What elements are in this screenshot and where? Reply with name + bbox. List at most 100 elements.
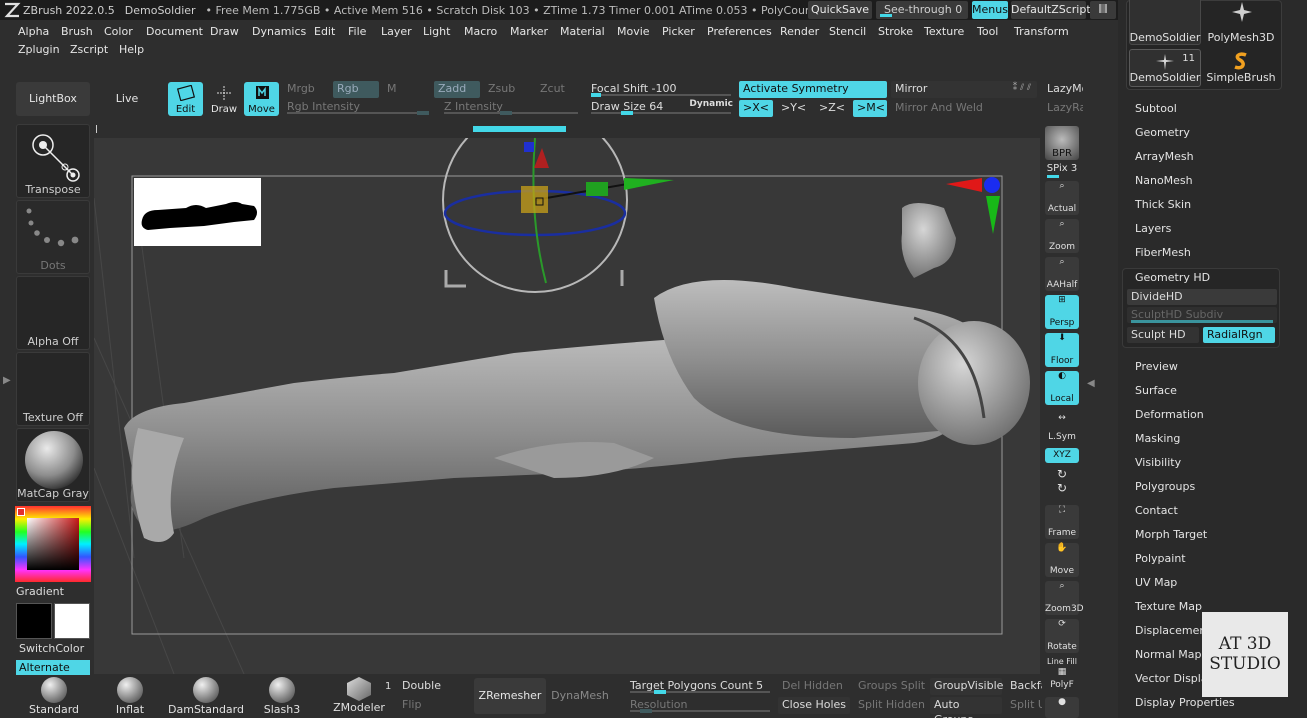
- canvas-scroll-indicator[interactable]: [473, 126, 566, 132]
- menu-document[interactable]: Document: [146, 24, 203, 40]
- zremesher-button[interactable]: ZRemesher: [474, 678, 546, 714]
- close-holes-button[interactable]: Close Holes: [778, 697, 850, 714]
- material-thumb[interactable]: MatCap Gray: [16, 428, 90, 502]
- zcut-button[interactable]: Zcut: [536, 81, 582, 98]
- persp-button[interactable]: ⊞ Persp: [1045, 295, 1079, 329]
- menu-preferences[interactable]: Preferences: [707, 24, 772, 40]
- panel-subtool[interactable]: Subtool: [1135, 101, 1177, 117]
- split-unmasked-button[interactable]: Split U: [1006, 697, 1042, 714]
- menu-layer[interactable]: Layer: [381, 24, 412, 40]
- right-tray-toggle-icon[interactable]: ◀: [1087, 378, 1095, 389]
- brush-slash3[interactable]: Slash3: [256, 677, 308, 716]
- panel-uv-map[interactable]: UV Map: [1135, 575, 1177, 591]
- polyf-button[interactable]: Line Fill ▦ PolyF: [1045, 657, 1079, 691]
- symmetry-y-button[interactable]: >Y<: [777, 100, 811, 117]
- switchcolor-button[interactable]: SwitchColor: [16, 641, 90, 657]
- bpr-button[interactable]: BPR: [1045, 126, 1079, 160]
- zadd-button[interactable]: Zadd: [434, 81, 480, 98]
- symmetry-z-button[interactable]: >Z<: [815, 100, 849, 117]
- menu-stencil[interactable]: Stencil: [829, 24, 866, 40]
- gradient-toggle[interactable]: Gradient: [16, 585, 64, 598]
- menu-zscript[interactable]: Zscript: [70, 42, 108, 58]
- dynamesh-button[interactable]: DynaMesh: [550, 678, 610, 714]
- split-hidden-button[interactable]: Split Hidden: [854, 697, 926, 714]
- secondary-color-swatch[interactable]: [54, 603, 90, 639]
- layout-compact-icon[interactable]: ⫼⫼: [1090, 1, 1116, 19]
- menu-zplugin[interactable]: Zplugin: [18, 42, 60, 58]
- tool-slot-simplebrush[interactable]: SimpleBrush: [1205, 49, 1277, 87]
- symmetry-x-button[interactable]: >X<: [739, 100, 773, 117]
- zoom-button[interactable]: ⌕ Zoom: [1045, 219, 1079, 253]
- auto-groups-button[interactable]: Auto Groups: [930, 697, 1002, 718]
- resolution-slider[interactable]: Resolution: [626, 697, 774, 714]
- menu-tool[interactable]: Tool: [977, 24, 998, 40]
- quicksave-button[interactable]: QuickSave: [808, 1, 872, 19]
- brush-damstandard[interactable]: DamStandard: [168, 677, 244, 716]
- panel-deformation[interactable]: Deformation: [1135, 407, 1204, 423]
- local-button[interactable]: ◐ Local: [1045, 371, 1079, 405]
- actual-button[interactable]: ⌕ Actual: [1045, 181, 1079, 215]
- texture-thumb[interactable]: Texture Off: [16, 352, 90, 426]
- menu-file[interactable]: File: [348, 24, 366, 40]
- frame-button[interactable]: ⛶ Frame: [1045, 505, 1079, 539]
- menu-edit[interactable]: Edit: [314, 24, 335, 40]
- see-through-slider[interactable]: See-through 0: [876, 1, 968, 19]
- flip-button[interactable]: Flip: [398, 697, 470, 714]
- mrgb-button[interactable]: Mrgb: [283, 81, 329, 98]
- menu-picker[interactable]: Picker: [662, 24, 695, 40]
- alternate-button[interactable]: Alternate: [16, 660, 90, 675]
- backface-button[interactable]: Backfa: [1006, 678, 1042, 695]
- menu-marker[interactable]: Marker: [510, 24, 548, 40]
- groups-split-button[interactable]: Groups Split: [854, 678, 926, 695]
- color-saturation-square[interactable]: [27, 518, 79, 570]
- menus-button[interactable]: Menus: [972, 1, 1008, 19]
- live-boolean-button[interactable]: Live Boolean: [92, 82, 162, 139]
- panel-morph-target[interactable]: Morph Target: [1135, 527, 1207, 543]
- sculpt-hd-button[interactable]: Sculpt HD: [1127, 327, 1199, 343]
- left-tray-toggle-icon[interactable]: ▶: [3, 375, 11, 386]
- brush-zmodeler[interactable]: ZModeler: [330, 677, 388, 714]
- dynamic-toggle[interactable]: Dynamic: [689, 97, 733, 112]
- menu-material[interactable]: Material: [560, 24, 605, 40]
- double-button[interactable]: Double: [398, 678, 470, 695]
- brush-inflat[interactable]: Inflat: [104, 677, 156, 716]
- activate-symmetry-button[interactable]: Activate Symmetry: [739, 81, 887, 98]
- menu-light[interactable]: Light: [423, 24, 450, 40]
- panel-polypaint[interactable]: Polypaint: [1135, 551, 1186, 567]
- menu-texture[interactable]: Texture: [924, 24, 964, 40]
- rgb-button[interactable]: Rgb: [333, 81, 379, 98]
- menu-render[interactable]: Render: [780, 24, 819, 40]
- menu-macro[interactable]: Macro: [464, 24, 497, 40]
- tool-slot-demosoldier[interactable]: DemoSoldier: [1129, 0, 1201, 45]
- move-view-button[interactable]: ✋ Move: [1045, 543, 1079, 577]
- panel-surface[interactable]: Surface: [1135, 383, 1177, 399]
- lazy-mouse-button[interactable]: LazyMo: [1043, 81, 1083, 98]
- main-color-swatch[interactable]: [16, 603, 52, 639]
- panel-masking[interactable]: Masking: [1135, 431, 1180, 447]
- panel-thick-skin[interactable]: Thick Skin: [1135, 197, 1191, 213]
- del-hidden-button[interactable]: Del Hidden: [778, 678, 850, 695]
- menu-help[interactable]: Help: [119, 42, 144, 58]
- tool-slot-polymesh3d[interactable]: PolyMesh3D: [1205, 0, 1277, 45]
- rotate-view-button[interactable]: ⟳ Rotate: [1045, 619, 1079, 653]
- menu-brush[interactable]: Brush: [61, 24, 93, 40]
- mirror-and-weld-button[interactable]: Mirror And Weld: [891, 100, 1037, 117]
- group-visible-button[interactable]: GroupVisible: [930, 678, 1003, 695]
- lsym-button[interactable]: ↔ L.Sym: [1045, 413, 1079, 443]
- m-button[interactable]: M: [383, 81, 407, 98]
- move-button[interactable]: Move: [244, 82, 279, 116]
- panel-polygroups[interactable]: Polygroups: [1135, 479, 1195, 495]
- menu-stroke[interactable]: Stroke: [878, 24, 913, 40]
- panel-layers[interactable]: Layers: [1135, 221, 1171, 237]
- transpose-thumb[interactable]: Transpose: [16, 124, 90, 198]
- document-canvas[interactable]: [94, 138, 1040, 674]
- panel-preview[interactable]: Preview: [1135, 359, 1178, 375]
- stroke-dots-thumb[interactable]: Dots: [16, 200, 90, 274]
- menu-transform[interactable]: Transform: [1014, 24, 1069, 40]
- brush-standard[interactable]: Standard: [24, 677, 84, 716]
- rgb-intensity-slider[interactable]: Rgb Intensity: [283, 99, 433, 116]
- zsub-button[interactable]: Zsub: [484, 81, 530, 98]
- edit-button[interactable]: Edit: [168, 82, 203, 116]
- z-intensity-slider[interactable]: Z Intensity: [440, 99, 582, 116]
- zoom3d-button[interactable]: ⌕ Zoom3D: [1045, 581, 1084, 615]
